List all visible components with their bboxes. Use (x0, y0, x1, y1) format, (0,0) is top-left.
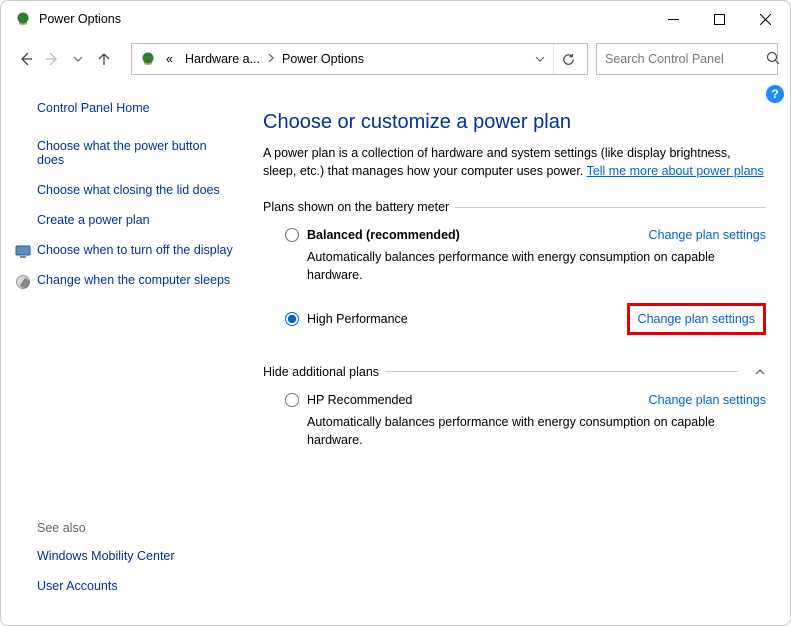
sidebar-link-create-plan[interactable]: Create a power plan (37, 213, 237, 227)
monitor-icon (15, 244, 31, 260)
refresh-button[interactable] (553, 44, 583, 74)
plan-balanced-radio[interactable] (285, 228, 299, 242)
group-shown-on-battery-meter: Plans shown on the battery meter (263, 200, 766, 214)
plan-high-performance-radio[interactable] (285, 312, 299, 326)
plan-balanced-name: Balanced (recommended) (307, 228, 460, 242)
plan-hp-recommended-desc: Automatically balances performance with … (307, 413, 766, 449)
close-button[interactable] (742, 3, 788, 35)
plan-hp-recommended-name: HP Recommended (307, 393, 412, 407)
plan-balanced: Balanced (recommended) Change plan setti… (263, 228, 766, 284)
power-options-app-icon (15, 11, 31, 27)
tell-me-more-link[interactable]: Tell me more about power plans (587, 164, 764, 178)
up-button[interactable] (91, 44, 117, 74)
forward-button[interactable] (39, 44, 65, 74)
power-options-icon (136, 51, 160, 67)
breadcrumb-prefix[interactable]: « (160, 52, 179, 66)
plan-balanced-radio-label[interactable]: Balanced (recommended) (285, 228, 460, 242)
plan-high-performance-name: High Performance (307, 312, 408, 326)
back-button[interactable] (13, 44, 39, 74)
minimize-button[interactable] (650, 3, 696, 35)
sidebar-link-turn-off-display[interactable]: Choose when to turn off the display (37, 243, 237, 257)
sidebar-control-panel-home[interactable]: Control Panel Home (37, 101, 237, 115)
plan-high-performance: High Performance Change plan settings (263, 303, 766, 335)
plan-hp-recommended-radio[interactable] (285, 393, 299, 407)
main-panel: ? Choose or customize a power plan A pow… (249, 85, 790, 625)
address-bar[interactable]: « Hardware a... Power Options (131, 43, 588, 75)
toolbar: « Hardware a... Power Options (1, 37, 790, 85)
collapse-icon[interactable] (738, 366, 766, 378)
page-description: A power plan is a collection of hardware… (263, 144, 766, 180)
see-also-mobility-center[interactable]: Windows Mobility Center (37, 549, 237, 563)
page-heading: Choose or customize a power plan (263, 111, 766, 134)
sidebar-link-computer-sleeps[interactable]: Change when the computer sleeps (37, 273, 237, 287)
change-settings-balanced[interactable]: Change plan settings (649, 228, 766, 242)
highlighted-change-settings: Change plan settings (627, 303, 766, 335)
window-title: Power Options (39, 12, 121, 26)
address-dropdown-button[interactable] (527, 44, 553, 74)
search-box[interactable] (596, 43, 778, 75)
title-bar: Power Options (1, 1, 790, 37)
plan-balanced-desc: Automatically balances performance with … (307, 248, 766, 284)
maximize-button[interactable] (696, 3, 742, 35)
see-also-user-accounts[interactable]: User Accounts (37, 579, 237, 593)
see-also-header: See also (37, 521, 237, 535)
search-input[interactable] (605, 52, 766, 66)
breadcrumb-segment-hardware[interactable]: Hardware a... (179, 52, 266, 66)
see-also-section: See also Windows Mobility Center User Ac… (37, 521, 237, 605)
sleep-icon (15, 274, 31, 290)
change-settings-high-performance[interactable]: Change plan settings (638, 312, 755, 326)
group-hide-additional-plans[interactable]: Hide additional plans (263, 365, 766, 379)
change-settings-hp-recommended[interactable]: Change plan settings (649, 393, 766, 407)
plan-hp-recommended: HP Recommended Change plan settings Auto… (263, 393, 766, 449)
plan-high-performance-radio-label[interactable]: High Performance (285, 312, 408, 326)
sidebar-link-closing-lid[interactable]: Choose what closing the lid does (37, 183, 237, 197)
sidebar-link-power-button[interactable]: Choose what the power button does (37, 139, 237, 167)
help-button[interactable]: ? (766, 85, 784, 103)
recent-dropdown-button[interactable] (65, 44, 91, 74)
breadcrumb-segment-power-options[interactable]: Power Options (276, 52, 370, 66)
search-icon[interactable] (766, 51, 780, 68)
plan-hp-recommended-radio-label[interactable]: HP Recommended (285, 393, 412, 407)
chevron-right-icon (266, 52, 276, 66)
sidebar: Control Panel Home Choose what the power… (1, 85, 249, 625)
